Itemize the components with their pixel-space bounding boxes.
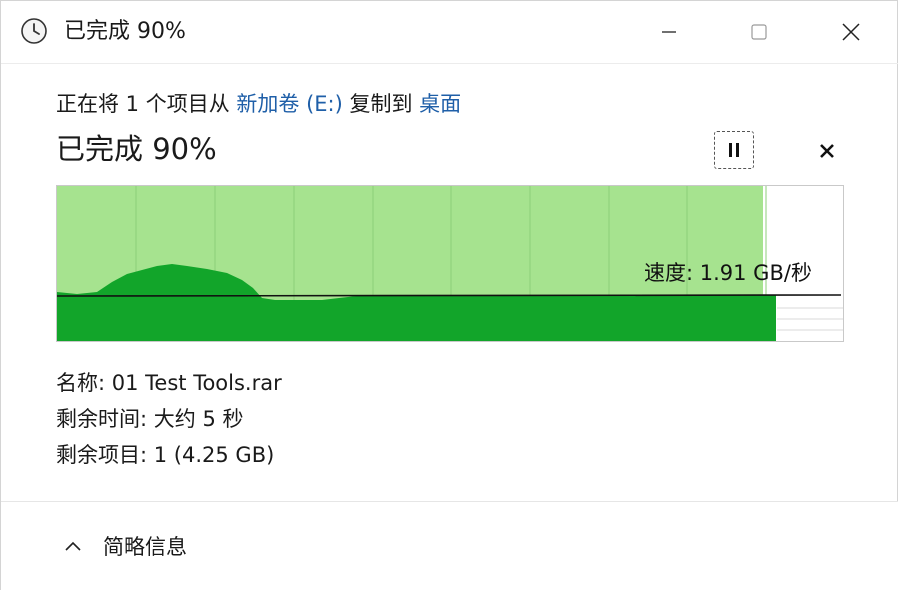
copy-prefix: 正在将 1 个项目从 bbox=[56, 92, 237, 116]
clock-icon bbox=[21, 18, 47, 44]
title-bar: 已完成 90% bbox=[1, 1, 898, 63]
close-button[interactable] bbox=[805, 1, 897, 63]
window-title: 已完成 90% bbox=[64, 19, 186, 44]
file-name-value: 01 Test Tools.rar bbox=[111, 371, 282, 395]
copy-middle: 复制到 bbox=[342, 92, 420, 116]
remaining-area-lines bbox=[777, 307, 843, 331]
cancel-x-icon bbox=[820, 144, 834, 158]
cancel-button[interactable] bbox=[811, 135, 843, 167]
minimize-icon bbox=[662, 31, 676, 33]
progress-status: 已完成 90% bbox=[56, 132, 217, 166]
items-remaining-label: 剩余项目: bbox=[56, 443, 154, 467]
destination-link[interactable]: 桌面 bbox=[419, 92, 461, 116]
file-name-label: 名称: bbox=[56, 371, 112, 395]
file-name-row: 名称: 01 Test Tools.rar bbox=[56, 369, 282, 397]
items-remaining-value: 1 (4.25 GB) bbox=[153, 443, 275, 467]
source-link[interactable]: 新加卷 (E:) bbox=[236, 92, 342, 116]
pause-icon bbox=[729, 143, 739, 157]
copy-description: 正在将 1 个项目从 新加卷 (E:) 复制到 桌面 bbox=[56, 89, 461, 119]
close-icon bbox=[842, 23, 860, 41]
chevron-up-icon bbox=[65, 541, 81, 551]
speed-line bbox=[57, 294, 842, 297]
maximize-button[interactable] bbox=[713, 1, 805, 63]
fewer-details-toggle[interactable]: 简略信息 bbox=[61, 532, 187, 562]
time-remaining-value: 大约 5 秒 bbox=[153, 407, 244, 431]
items-remaining-row: 剩余项目: 1 (4.25 GB) bbox=[56, 441, 274, 469]
time-remaining-label: 剩余时间: bbox=[56, 407, 154, 431]
speed-label: 速度: 1.91 GB/秒 bbox=[644, 261, 812, 285]
file-copy-dialog: 已完成 90% 正在将 1 个项目从 新加卷 (E:) 复制到 桌面 已完成 9… bbox=[0, 0, 898, 590]
maximize-icon bbox=[751, 24, 767, 40]
pause-button[interactable] bbox=[714, 131, 754, 169]
fewer-details-label: 简略信息 bbox=[103, 535, 187, 559]
title-divider bbox=[1, 63, 898, 64]
minimize-button[interactable] bbox=[623, 1, 715, 63]
time-remaining-row: 剩余时间: 大约 5 秒 bbox=[56, 405, 243, 433]
